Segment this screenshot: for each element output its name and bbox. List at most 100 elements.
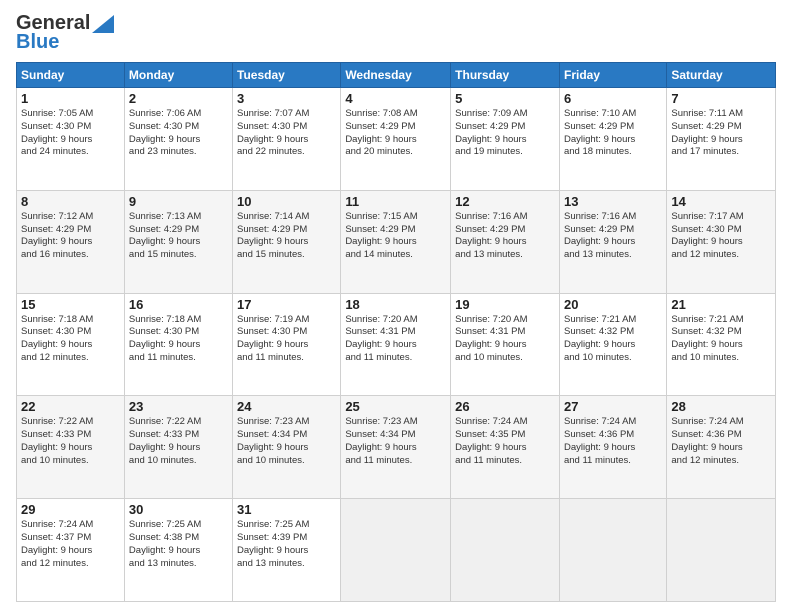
day-header-thursday: Thursday (451, 63, 560, 88)
day-number-28: 28 (671, 399, 771, 414)
day-cell-5: 5 Sunrise: 7:09 AM Sunset: 4:29 PM Daylig… (451, 88, 560, 191)
day-number-23: 23 (129, 399, 228, 414)
day-info-9: Sunrise: 7:13 AM Sunset: 4:29 PM Dayligh… (129, 211, 228, 262)
day-number-7: 7 (671, 91, 771, 106)
week-row-3: 15 Sunrise: 7:18 AM Sunset: 4:30 PM Dayli… (17, 293, 776, 396)
day-number-8: 8 (21, 194, 120, 209)
day-number-21: 21 (671, 297, 771, 312)
day-number-30: 30 (129, 502, 228, 517)
logo: General Blue (16, 12, 114, 54)
day-cell-1: 1Sunrise: 7:05 AM Sunset: 4:30 PM Daylig… (17, 88, 125, 191)
day-cell-4: 4 Sunrise: 7:08 AM Sunset: 4:29 PM Daylig… (341, 88, 451, 191)
day-number-17: 17 (237, 297, 336, 312)
day-cell-9: 9 Sunrise: 7:13 AM Sunset: 4:29 PM Daylig… (124, 190, 232, 293)
day-info-4: Sunrise: 7:08 AM Sunset: 4:29 PM Dayligh… (345, 108, 446, 159)
day-cell-17: 17 Sunrise: 7:19 AM Sunset: 4:30 PM Dayli… (233, 293, 341, 396)
empty-cell (667, 499, 776, 602)
day-info-10: Sunrise: 7:14 AM Sunset: 4:29 PM Dayligh… (237, 211, 336, 262)
calendar-table: SundayMondayTuesdayWednesdayThursdayFrid… (16, 62, 776, 602)
day-cell-25: 25 Sunrise: 7:23 AM Sunset: 4:34 PM Dayli… (341, 396, 451, 499)
empty-cell (341, 499, 451, 602)
day-info-18: Sunrise: 7:20 AM Sunset: 4:31 PM Dayligh… (345, 314, 446, 365)
day-info-25: Sunrise: 7:23 AM Sunset: 4:34 PM Dayligh… (345, 416, 446, 467)
day-number-16: 16 (129, 297, 228, 312)
day-cell-20: 20 Sunrise: 7:21 AM Sunset: 4:32 PM Dayli… (559, 293, 666, 396)
day-cell-28: 28 Sunrise: 7:24 AM Sunset: 4:36 PM Dayli… (667, 396, 776, 499)
day-cell-31: 31Sunrise: 7:25 AM Sunset: 4:39 PM Dayli… (233, 499, 341, 602)
day-number-1: 1 (21, 91, 120, 106)
week-row-5: 29 Sunrise: 7:24 AM Sunset: 4:37 PM Dayli… (17, 499, 776, 602)
day-info-8: Sunrise: 7:12 AM Sunset: 4:29 PM Dayligh… (21, 211, 120, 262)
day-info-19: Sunrise: 7:20 AM Sunset: 4:31 PM Dayligh… (455, 314, 555, 365)
day-cell-14: 14Sunrise: 7:17 AM Sunset: 4:30 PM Dayli… (667, 190, 776, 293)
day-cell-30: 30Sunrise: 7:25 AM Sunset: 4:38 PM Dayli… (124, 499, 232, 602)
day-info-20: Sunrise: 7:21 AM Sunset: 4:32 PM Dayligh… (564, 314, 662, 365)
day-cell-26: 26 Sunrise: 7:24 AM Sunset: 4:35 PM Dayli… (451, 396, 560, 499)
day-number-31: 31 (237, 502, 336, 517)
day-header-monday: Monday (124, 63, 232, 88)
day-info-2: Sunrise: 7:06 AM Sunset: 4:30 PM Dayligh… (129, 108, 228, 159)
empty-cell (451, 499, 560, 602)
day-header-sunday: Sunday (17, 63, 125, 88)
day-number-11: 11 (345, 194, 446, 209)
week-row-4: 22 Sunrise: 7:22 AM Sunset: 4:33 PM Dayli… (17, 396, 776, 499)
day-number-3: 3 (237, 91, 336, 106)
day-cell-15: 15 Sunrise: 7:18 AM Sunset: 4:30 PM Dayli… (17, 293, 125, 396)
day-cell-27: 27 Sunrise: 7:24 AM Sunset: 4:36 PM Dayli… (559, 396, 666, 499)
day-number-6: 6 (564, 91, 662, 106)
day-cell-13: 13 Sunrise: 7:16 AM Sunset: 4:29 PM Dayli… (559, 190, 666, 293)
day-info-15: Sunrise: 7:18 AM Sunset: 4:30 PM Dayligh… (21, 314, 120, 365)
day-cell-7: 7Sunrise: 7:11 AM Sunset: 4:29 PM Daylig… (667, 88, 776, 191)
day-info-27: Sunrise: 7:24 AM Sunset: 4:36 PM Dayligh… (564, 416, 662, 467)
day-cell-2: 2 Sunrise: 7:06 AM Sunset: 4:30 PM Daylig… (124, 88, 232, 191)
day-info-17: Sunrise: 7:19 AM Sunset: 4:30 PM Dayligh… (237, 314, 336, 365)
day-number-29: 29 (21, 502, 120, 517)
day-info-13: Sunrise: 7:16 AM Sunset: 4:29 PM Dayligh… (564, 211, 662, 262)
day-cell-16: 16 Sunrise: 7:18 AM Sunset: 4:30 PM Dayli… (124, 293, 232, 396)
day-number-15: 15 (21, 297, 120, 312)
day-number-18: 18 (345, 297, 446, 312)
week-row-2: 8 Sunrise: 7:12 AM Sunset: 4:29 PM Daylig… (17, 190, 776, 293)
day-number-5: 5 (455, 91, 555, 106)
day-number-26: 26 (455, 399, 555, 414)
day-info-11: Sunrise: 7:15 AM Sunset: 4:29 PM Dayligh… (345, 211, 446, 262)
empty-cell (559, 499, 666, 602)
header: General Blue (16, 12, 776, 54)
day-number-9: 9 (129, 194, 228, 209)
day-header-friday: Friday (559, 63, 666, 88)
day-cell-8: 8 Sunrise: 7:12 AM Sunset: 4:29 PM Daylig… (17, 190, 125, 293)
week-row-1: 1Sunrise: 7:05 AM Sunset: 4:30 PM Daylig… (17, 88, 776, 191)
day-header-wednesday: Wednesday (341, 63, 451, 88)
day-cell-21: 21 Sunrise: 7:21 AM Sunset: 4:32 PM Dayli… (667, 293, 776, 396)
day-info-6: Sunrise: 7:10 AM Sunset: 4:29 PM Dayligh… (564, 108, 662, 159)
day-info-26: Sunrise: 7:24 AM Sunset: 4:35 PM Dayligh… (455, 416, 555, 467)
day-number-13: 13 (564, 194, 662, 209)
day-info-3: Sunrise: 7:07 AM Sunset: 4:30 PM Dayligh… (237, 108, 336, 159)
day-number-4: 4 (345, 91, 446, 106)
day-info-5: Sunrise: 7:09 AM Sunset: 4:29 PM Dayligh… (455, 108, 555, 159)
day-cell-18: 18 Sunrise: 7:20 AM Sunset: 4:31 PM Dayli… (341, 293, 451, 396)
day-number-19: 19 (455, 297, 555, 312)
day-cell-24: 24 Sunrise: 7:23 AM Sunset: 4:34 PM Dayli… (233, 396, 341, 499)
day-number-24: 24 (237, 399, 336, 414)
day-cell-23: 23 Sunrise: 7:22 AM Sunset: 4:33 PM Dayli… (124, 396, 232, 499)
day-number-27: 27 (564, 399, 662, 414)
day-info-16: Sunrise: 7:18 AM Sunset: 4:30 PM Dayligh… (129, 314, 228, 365)
logo-blue: Blue (16, 31, 59, 54)
day-info-21: Sunrise: 7:21 AM Sunset: 4:32 PM Dayligh… (671, 314, 771, 365)
day-info-14: Sunrise: 7:17 AM Sunset: 4:30 PM Dayligh… (671, 211, 771, 262)
day-info-29: Sunrise: 7:24 AM Sunset: 4:37 PM Dayligh… (21, 519, 120, 570)
day-info-28: Sunrise: 7:24 AM Sunset: 4:36 PM Dayligh… (671, 416, 771, 467)
day-number-20: 20 (564, 297, 662, 312)
day-info-24: Sunrise: 7:23 AM Sunset: 4:34 PM Dayligh… (237, 416, 336, 467)
day-cell-10: 10Sunrise: 7:14 AM Sunset: 4:29 PM Dayli… (233, 190, 341, 293)
day-number-22: 22 (21, 399, 120, 414)
logo-icon (92, 15, 114, 33)
day-header-saturday: Saturday (667, 63, 776, 88)
day-info-23: Sunrise: 7:22 AM Sunset: 4:33 PM Dayligh… (129, 416, 228, 467)
day-cell-29: 29 Sunrise: 7:24 AM Sunset: 4:37 PM Dayli… (17, 499, 125, 602)
day-number-2: 2 (129, 91, 228, 106)
day-number-25: 25 (345, 399, 446, 414)
day-cell-12: 12Sunrise: 7:16 AM Sunset: 4:29 PM Dayli… (451, 190, 560, 293)
day-header-tuesday: Tuesday (233, 63, 341, 88)
